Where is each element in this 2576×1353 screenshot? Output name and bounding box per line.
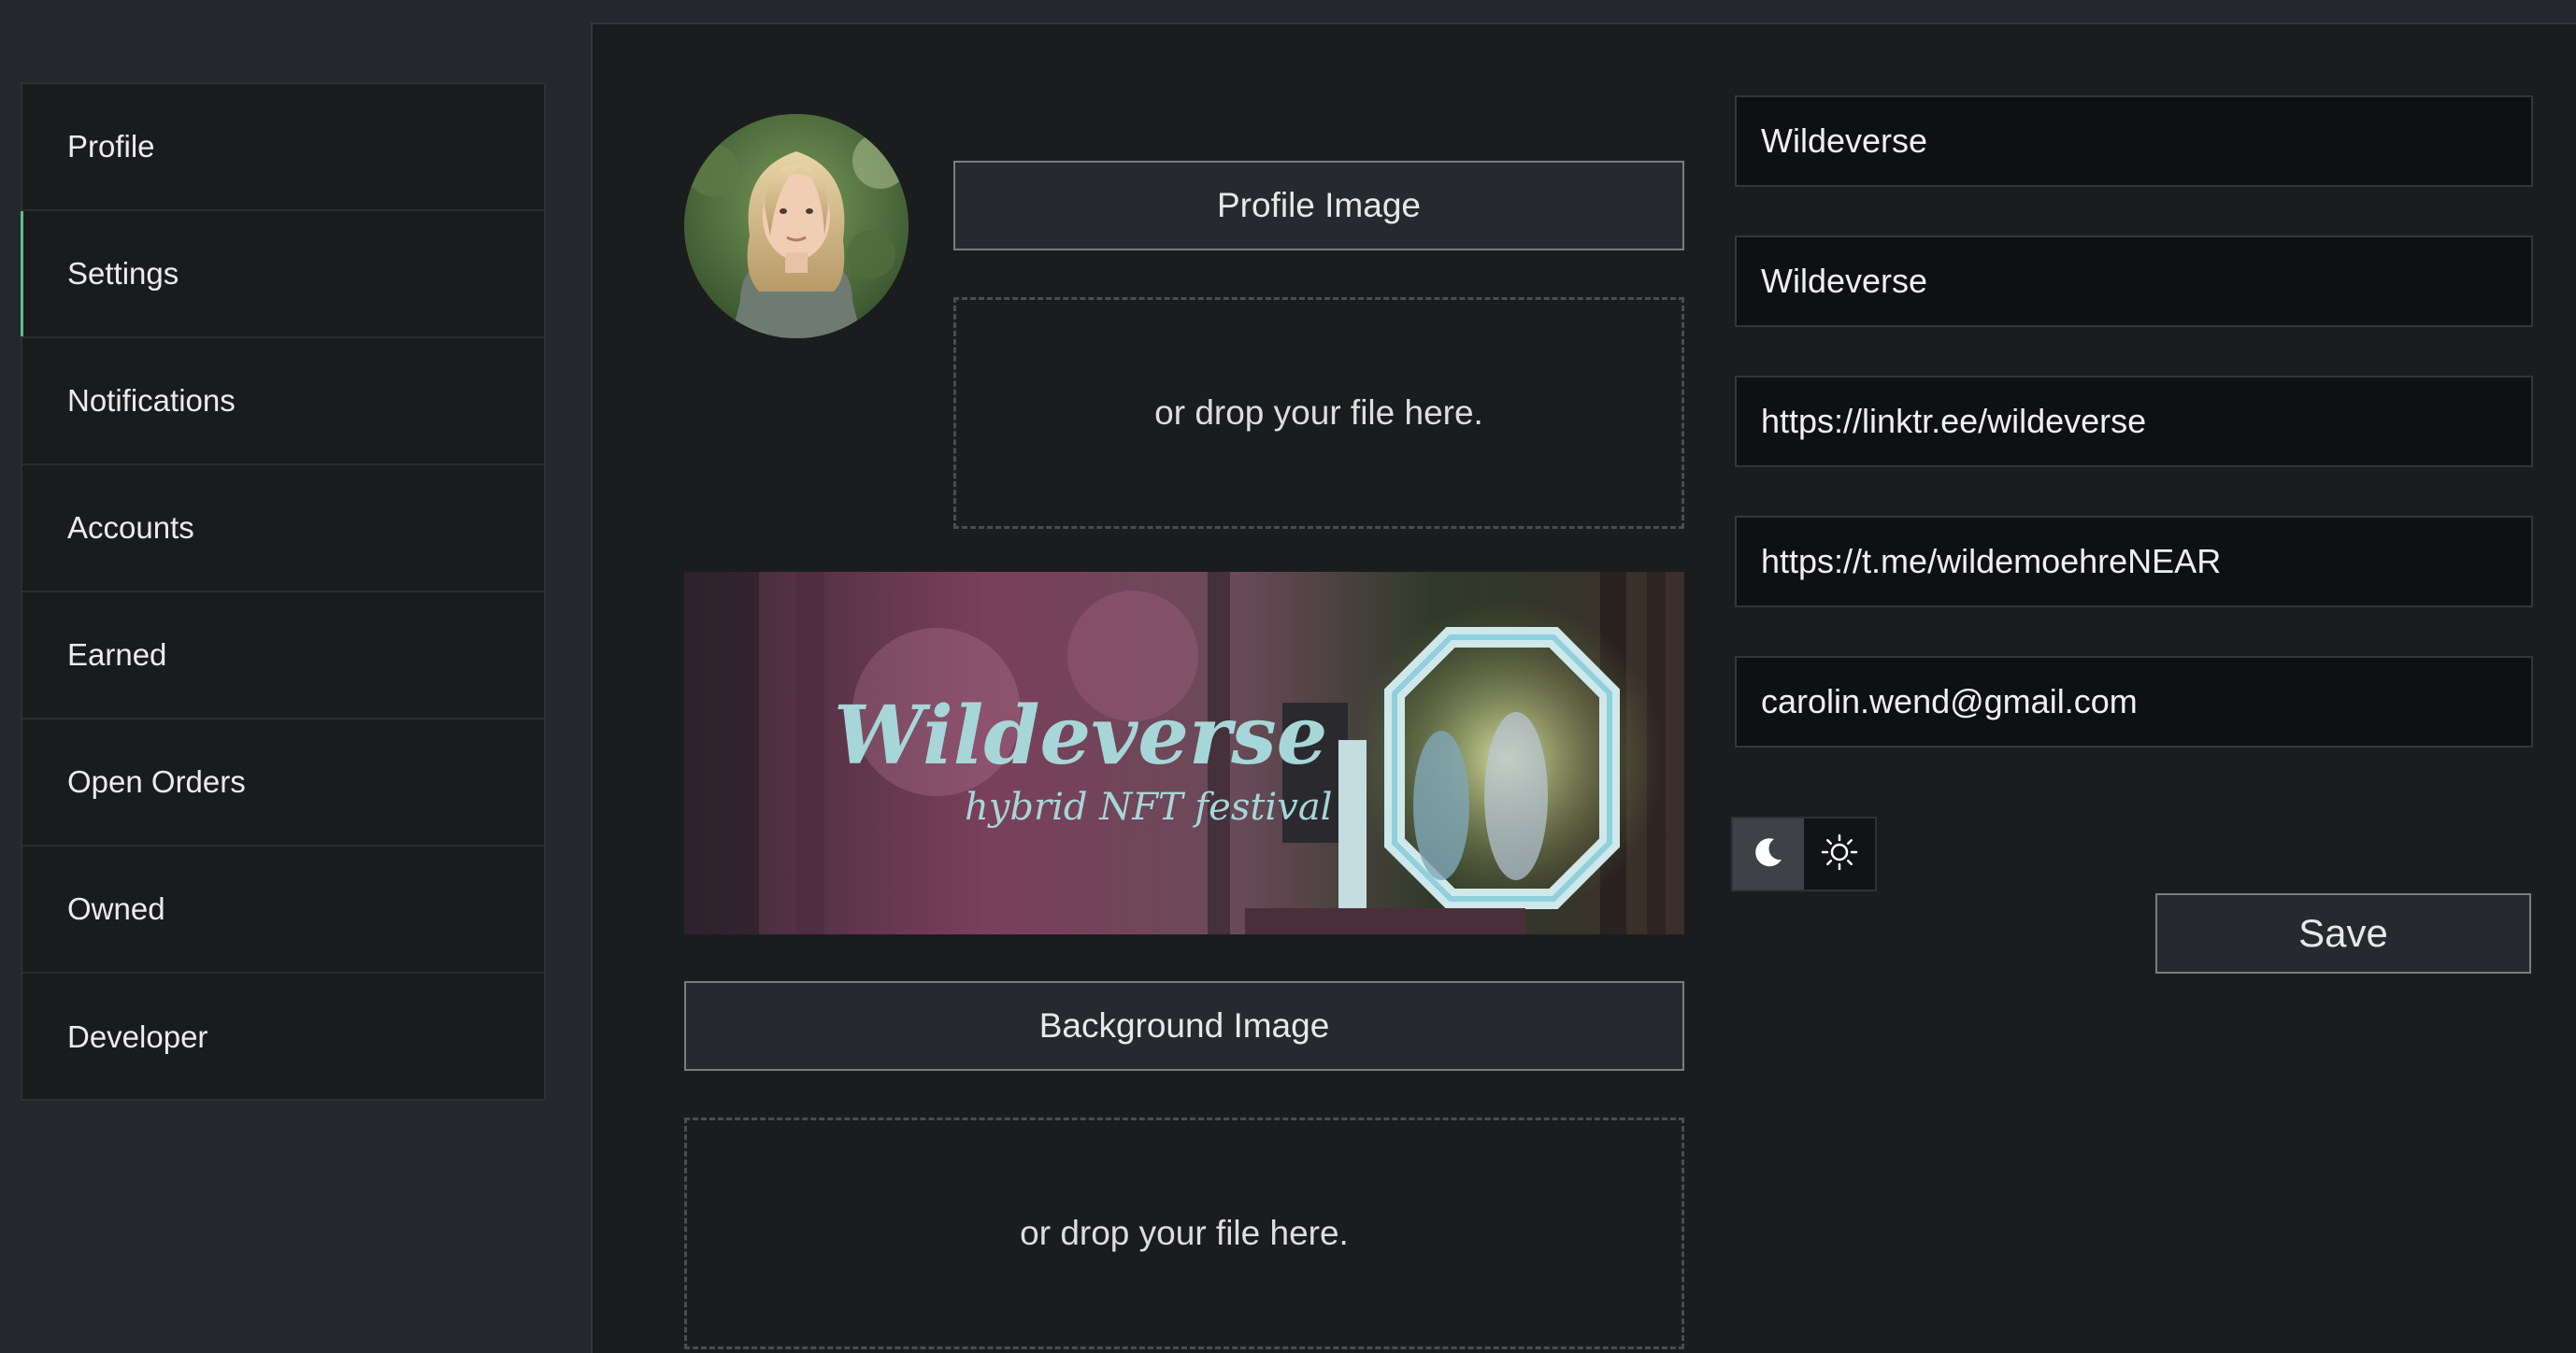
website-field[interactable]: https://linktr.ee/wildeverse [1735,376,2533,467]
sidebar-item-label: Settings [67,256,179,291]
avatar [684,114,909,338]
sidebar-item-profile[interactable]: Profile [22,84,544,211]
background-image-button[interactable]: Background Image [684,981,1684,1071]
background-image-button-label: Background Image [1038,1006,1330,1045]
background-image-drop-zone[interactable]: or drop your file here. [684,1118,1684,1349]
name-field-value: Wildeverse [1761,121,1928,160]
email-field[interactable]: carolin.wend@gmail.com [1735,656,2533,748]
sidebar-item-accounts[interactable]: Accounts [22,465,544,592]
sidebar-item-label: Notifications [67,383,236,418]
profile-image-button-label: Profile Image [1217,186,1421,224]
email-field-value: carolin.wend@gmail.com [1761,682,2138,720]
name-field[interactable]: Wildeverse [1735,95,2533,187]
profile-image-button[interactable]: Profile Image [953,161,1684,250]
banner-subtitle: hybrid NFT festival [965,786,1332,829]
drop-zone-text: or drop your file here. [1020,1214,1349,1252]
banner-graphic: Wildeverse hybrid NFT festival [684,572,1684,934]
save-button-label: Save [2298,911,2388,955]
sidebar-item-label: Owned [67,891,165,926]
save-button[interactable]: Save [2155,893,2531,974]
background-image-preview: Wildeverse hybrid NFT festival [684,572,1684,934]
telegram-field-value: https://t.me/wildemoehreNEAR [1761,542,2222,580]
dark-mode-option[interactable] [1733,819,1804,890]
sidebar-item-owned[interactable]: Owned [22,847,544,974]
display-name-field[interactable]: Wildeverse [1735,235,2533,327]
sidebar-item-label: Earned [67,637,167,672]
settings-panel: Profile Image or drop your file here. Wi… [591,22,2576,1353]
sidebar-item-settings[interactable]: Settings [21,211,544,338]
sidebar-item-label: Open Orders [67,764,246,799]
banner-title: Wildeverse [834,689,1327,783]
sidebar-item-label: Developer [67,1019,208,1054]
moon-icon [1750,833,1787,876]
display-name-field-value: Wildeverse [1761,262,1928,300]
profile-image-drop-zone[interactable]: or drop your file here. [953,297,1684,529]
sidebar-item-label: Profile [67,129,155,164]
website-field-value: https://linktr.ee/wildeverse [1761,402,2147,440]
sidebar-item-label: Accounts [67,510,194,545]
light-mode-option[interactable] [1804,819,1875,890]
telegram-field[interactable]: https://t.me/wildemoehreNEAR [1735,516,2533,607]
sidebar-item-notifications[interactable]: Notifications [22,338,544,465]
sidebar-item-developer[interactable]: Developer [22,974,544,1101]
sun-icon [1819,832,1860,877]
sidebar-item-earned[interactable]: Earned [22,592,544,719]
theme-toggle [1731,817,1877,891]
settings-sidebar: Profile Settings Notifications Accounts … [21,82,546,1101]
drop-zone-text: or drop your file here. [1154,393,1483,432]
avatar-photo [684,114,909,338]
sidebar-item-open-orders[interactable]: Open Orders [22,719,544,847]
